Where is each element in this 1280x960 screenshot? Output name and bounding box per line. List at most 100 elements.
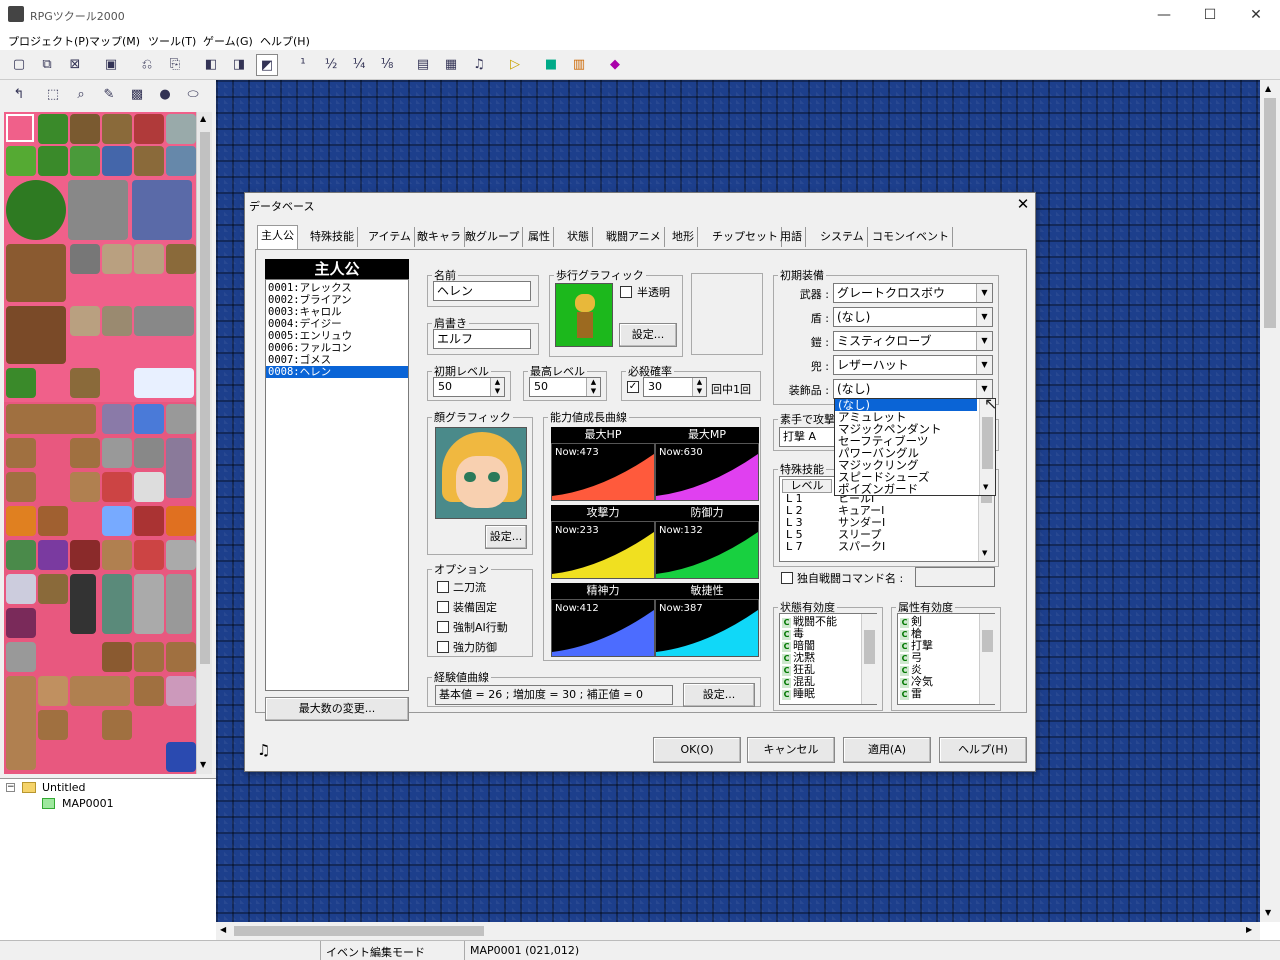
map-horizontal-scrollbar[interactable]: ◀ ▶ xyxy=(216,922,1260,940)
apply-button[interactable]: 適用(A) xyxy=(843,737,931,763)
help-book-icon[interactable]: ◆ xyxy=(604,54,626,76)
rank-c-icon[interactable]: C xyxy=(900,630,909,640)
list-item-hero[interactable]: 0006:ファルコン xyxy=(266,342,408,354)
material-icon[interactable]: ▦ xyxy=(440,54,462,76)
new-project-icon[interactable]: ▢ xyxy=(8,54,30,76)
menu-help[interactable]: ヘルプ(H) xyxy=(260,33,310,49)
ok-button[interactable]: OK(O) xyxy=(653,737,741,763)
scroll-thumb[interactable] xyxy=(1264,98,1276,328)
face-set-button[interactable]: 設定... xyxy=(485,525,527,549)
rank-c-icon[interactable]: C xyxy=(782,666,791,676)
tree-root[interactable]: Untitled xyxy=(42,781,86,794)
list-item-hero[interactable]: 0004:デイジー xyxy=(266,318,408,330)
tab-skill[interactable]: 特殊技能 xyxy=(307,227,358,247)
walk-set-button[interactable]: 設定... xyxy=(619,323,677,347)
rank-c-icon[interactable]: C xyxy=(782,690,791,700)
translucent-checkbox[interactable] xyxy=(620,286,632,298)
collapse-icon[interactable]: − xyxy=(6,783,15,792)
music-icon[interactable]: ♫ xyxy=(468,54,490,76)
rank-c-icon[interactable]: C xyxy=(782,642,791,652)
skills-header-level[interactable]: レベル xyxy=(782,479,832,493)
maximize-button[interactable]: ☐ xyxy=(1187,0,1233,30)
zoom-1-icon[interactable]: ¹ xyxy=(292,54,314,76)
stat-curve[interactable]: Now:630 xyxy=(655,443,759,501)
save-icon[interactable]: ▣ xyxy=(100,54,122,76)
option-checkbox[interactable] xyxy=(437,601,449,613)
redo-icon[interactable]: ⎘ xyxy=(164,54,186,76)
menu-game[interactable]: ゲーム(G) xyxy=(203,33,253,49)
pen-icon[interactable]: ✎ xyxy=(98,84,120,106)
scroll-down-icon[interactable]: ▼ xyxy=(983,483,988,491)
palette-scrollbar[interactable]: ▲ ▼ xyxy=(196,112,212,774)
dropdown-option[interactable]: ポイズンガード xyxy=(835,483,977,495)
tab-chipset[interactable]: チップセット xyxy=(709,227,782,247)
rank-c-icon[interactable]: C xyxy=(900,690,909,700)
dialog-close-button[interactable]: ✕ xyxy=(1013,195,1033,213)
unarmed-select[interactable]: 打撃 A xyxy=(779,427,837,447)
menu-tool[interactable]: ツール(T) xyxy=(148,33,196,49)
scroll-thumb[interactable] xyxy=(200,132,210,664)
stat-curve[interactable]: Now:387 xyxy=(655,599,759,657)
state-scrollbar[interactable] xyxy=(861,614,877,704)
help-button[interactable]: ヘルプ(H) xyxy=(939,737,1027,763)
option-checkbox[interactable] xyxy=(437,581,449,593)
rect-icon[interactable]: ▩ xyxy=(126,84,148,106)
select-icon[interactable]: ⬚ xyxy=(42,84,64,106)
max-level-spinner[interactable]: 50 ▲ ▼ xyxy=(529,377,601,397)
accessory-dropdown[interactable]: (なし) アミュレット マジックペンダント セーフティブーツ パワーバングル マジックリン… xyxy=(834,398,996,496)
spin-arrows-icon[interactable]: ▲ ▼ xyxy=(692,378,706,396)
init-level-spinner[interactable]: 50 ▲ ▼ xyxy=(433,377,505,397)
list-item-hero[interactable]: 0007:ゴメス xyxy=(266,354,408,366)
chevron-down-icon[interactable]: ▼ xyxy=(976,284,992,302)
stat-curve[interactable]: Now:412 xyxy=(551,599,655,657)
music-note-icon[interactable]: ♫ xyxy=(257,741,270,759)
list-item-hero[interactable]: 0005:エンリュウ xyxy=(266,330,408,342)
attr-scrollbar[interactable] xyxy=(979,614,995,704)
menu-map[interactable]: マップ(M) xyxy=(89,33,140,49)
tab-item[interactable]: アイテム xyxy=(365,227,415,247)
circle-icon[interactable]: ● xyxy=(154,84,176,106)
chevron-down-icon[interactable]: ▼ xyxy=(976,308,992,326)
rank-c-icon[interactable]: C xyxy=(782,618,791,628)
zoom-icon[interactable]: ⌕ xyxy=(70,84,92,106)
layer-upper-icon[interactable]: ◨ xyxy=(228,54,250,76)
fill-icon[interactable]: ⬭ xyxy=(182,84,204,106)
tab-troop[interactable]: 敵グループ xyxy=(462,227,524,247)
rank-c-icon[interactable]: C xyxy=(900,666,909,676)
crit-spinner[interactable]: 30 ▲ ▼ xyxy=(643,377,707,397)
tab-enemy[interactable]: 敵キャラ xyxy=(414,227,465,247)
chipset-palette[interactable] xyxy=(4,112,196,774)
stat-curve[interactable]: Now:132 xyxy=(655,521,759,579)
rank-c-icon[interactable]: C xyxy=(900,678,909,688)
dropdown-scrollbar[interactable]: ▼ xyxy=(979,399,995,495)
rank-c-icon[interactable]: C xyxy=(782,654,791,664)
tab-hero[interactable]: 主人公 xyxy=(257,225,298,249)
scroll-up-icon[interactable]: ▲ xyxy=(1265,84,1271,93)
spin-arrows-icon[interactable]: ▲ ▼ xyxy=(586,378,600,396)
spin-arrows-icon[interactable]: ▲ ▼ xyxy=(490,378,504,396)
title-icon[interactable]: ▥ xyxy=(568,54,590,76)
database-icon[interactable]: ▤ xyxy=(412,54,434,76)
equip-slot-select[interactable]: レザーハット ▼ xyxy=(833,355,993,375)
custom-command-checkbox[interactable] xyxy=(781,572,793,584)
fullscreen-icon[interactable]: ■ xyxy=(540,54,562,76)
rank-c-icon[interactable]: C xyxy=(900,618,909,628)
list-item-hero[interactable]: 0002:ブライアン xyxy=(266,294,408,306)
tab-system[interactable]: システム xyxy=(817,227,868,247)
close-project-icon[interactable]: ⊠ xyxy=(64,54,86,76)
chevron-down-icon[interactable]: ▼ xyxy=(976,356,992,374)
tab-attribute[interactable]: 属性 xyxy=(525,227,554,247)
zoom-half-icon[interactable]: ½ xyxy=(320,54,342,76)
zoom-quarter-icon[interactable]: ¼ xyxy=(348,54,370,76)
tab-state[interactable]: 状態 xyxy=(564,227,593,247)
map-vertical-scrollbar[interactable]: ▲ ▼ xyxy=(1260,80,1280,922)
skill-row[interactable]: L 7 スパークⅠ xyxy=(780,541,978,553)
layer-lower-icon[interactable]: ◧ xyxy=(200,54,222,76)
stat-curve[interactable]: Now:473 xyxy=(551,443,655,501)
hero-list[interactable]: 0001:アレックス 0002:ブライアン 0003:キャロル 0004:デイジー 00… xyxy=(265,279,409,691)
scroll-down-icon[interactable]: ▼ xyxy=(200,760,206,769)
scroll-thumb[interactable] xyxy=(234,926,484,936)
equip-slot-select[interactable]: (なし) ▼ xyxy=(833,307,993,327)
exp-set-button[interactable]: 設定... xyxy=(683,683,755,707)
equip-slot-select[interactable]: (なし) ▼ xyxy=(833,379,993,399)
